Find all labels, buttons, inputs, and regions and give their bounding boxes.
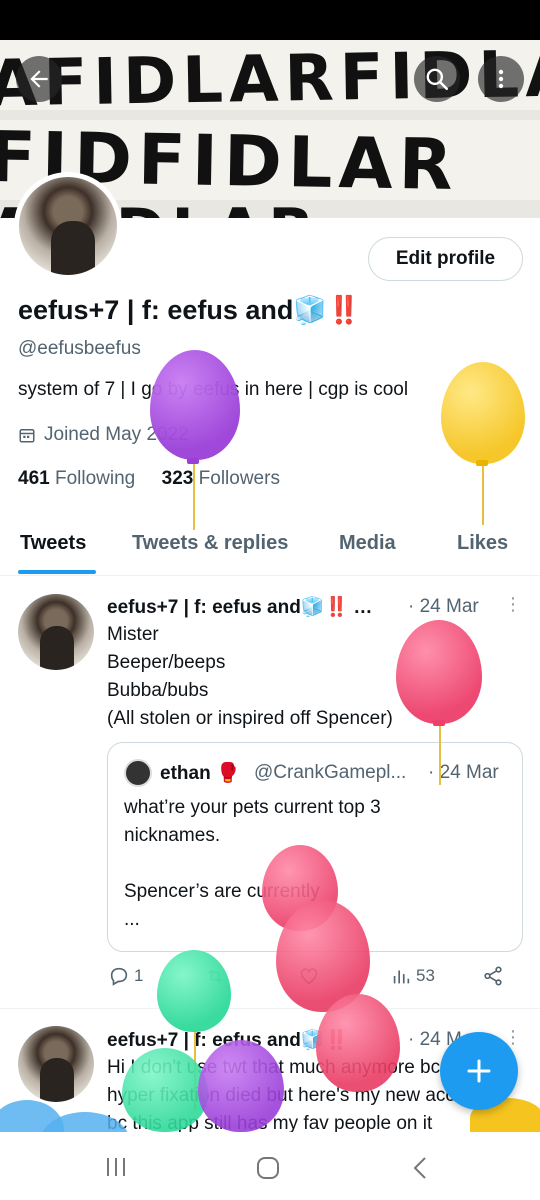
tweet-avatar[interactable]	[18, 1026, 94, 1102]
balloon-string	[482, 465, 484, 525]
balloon-knot	[433, 720, 445, 726]
system-nav-bar	[0, 1132, 540, 1200]
balloon-string	[193, 462, 195, 530]
balloon-knot	[187, 458, 199, 464]
plus-icon	[467, 1059, 491, 1083]
home-icon[interactable]	[256, 1156, 280, 1180]
nav-back-icon[interactable]	[410, 1156, 430, 1180]
balloon-purple	[150, 350, 240, 460]
balloon-purple	[198, 1040, 284, 1132]
tweet[interactable]: eefus+7 | f: eefus and🧊‼️ · 24 M ⋮ Hi I …	[0, 0, 540, 1134]
balloon-yellow	[441, 362, 525, 464]
balloon-knot	[476, 460, 488, 466]
balloon-green	[122, 1048, 208, 1132]
balloon-green	[157, 950, 231, 1032]
balloon-pink	[396, 620, 482, 724]
compose-tweet-button[interactable]	[440, 1032, 518, 1110]
balloon-string	[439, 725, 441, 785]
recents-icon[interactable]	[104, 1156, 128, 1178]
balloon-pink	[316, 994, 400, 1092]
